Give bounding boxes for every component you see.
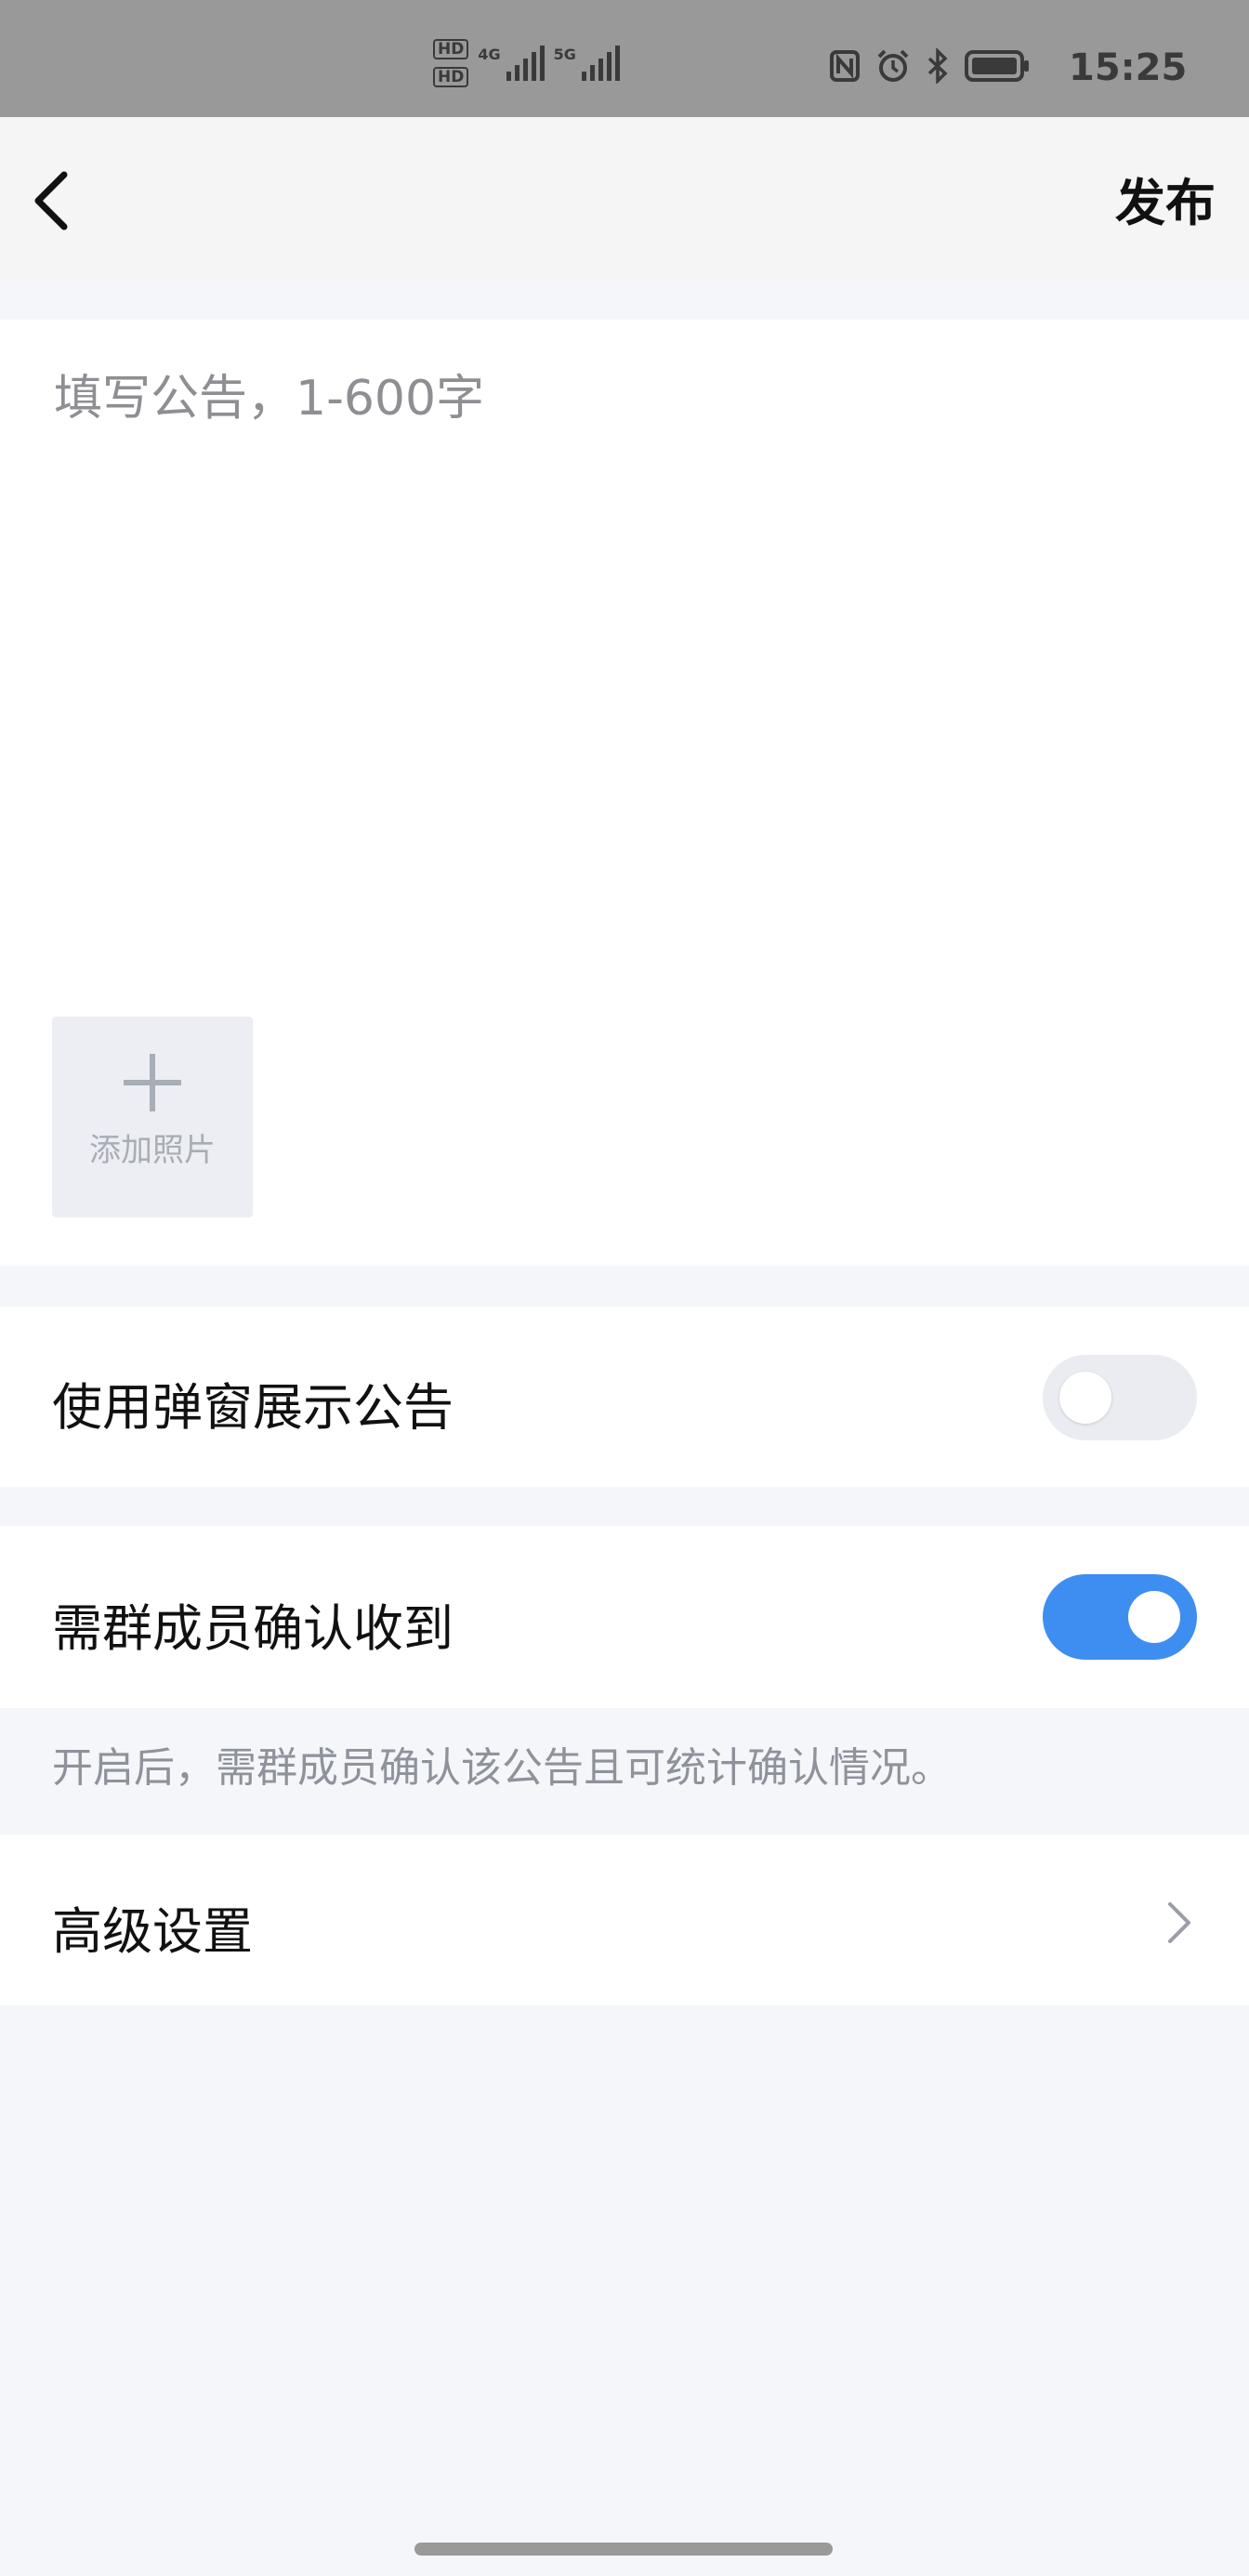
hd-sim2-badge: HD (433, 67, 469, 87)
confirm-setting-row: 需群成员确认收到 (0, 1526, 1249, 1708)
toggle-knob (1059, 1372, 1111, 1424)
home-indicator[interactable] (414, 2543, 833, 2556)
hd-sim1-badge: HD (433, 39, 469, 59)
bluetooth-icon (927, 48, 948, 84)
confirm-toggle[interactable] (1043, 1574, 1197, 1660)
network-5g-label: 5G (553, 46, 576, 63)
back-arrow-icon (34, 171, 68, 230)
toggle-knob (1128, 1591, 1180, 1643)
signal-4g-icon: 4G (478, 46, 545, 81)
chevron-right-icon (1168, 1902, 1190, 1943)
popup-setting-label: 使用弹窗展示公告 (52, 1378, 454, 1437)
back-button[interactable] (19, 164, 84, 238)
status-bar: HD HD 4G 5G 15:25 (0, 0, 1249, 117)
add-photo-button[interactable]: 添加照片 (52, 1017, 253, 1217)
advanced-settings-row[interactable]: 高级设置 (0, 1834, 1249, 2005)
publish-button[interactable]: 发布 (1115, 162, 1216, 235)
confirm-setting-label: 需群成员确认收到 (52, 1599, 454, 1658)
nav-bar: 发布 (0, 117, 1249, 281)
network-4g-label: 4G (478, 46, 501, 63)
announcement-input[interactable] (52, 357, 1199, 937)
plus-icon (124, 1054, 181, 1111)
announcement-editor: 添加照片 (0, 320, 1249, 1266)
alarm-icon (877, 49, 909, 82)
popup-setting-row: 使用弹窗展示公告 (0, 1307, 1249, 1487)
status-icons (829, 48, 1030, 84)
hd-volte-icons: HD HD (433, 39, 469, 87)
battery-icon (965, 50, 1029, 82)
confirm-hint-text: 开启后，需群成员确认该公告且可统计确认情况。 (52, 1744, 952, 1792)
popup-toggle[interactable] (1043, 1355, 1197, 1440)
nfc-icon (830, 50, 860, 82)
add-photo-label: 添加照片 (89, 1132, 216, 1169)
status-time: 15:25 (1069, 46, 1188, 89)
advanced-settings-label: 高级设置 (52, 1902, 253, 1961)
signal-5g-icon: 5G (554, 46, 620, 81)
network-indicators: HD HD 4G 5G (433, 39, 620, 87)
